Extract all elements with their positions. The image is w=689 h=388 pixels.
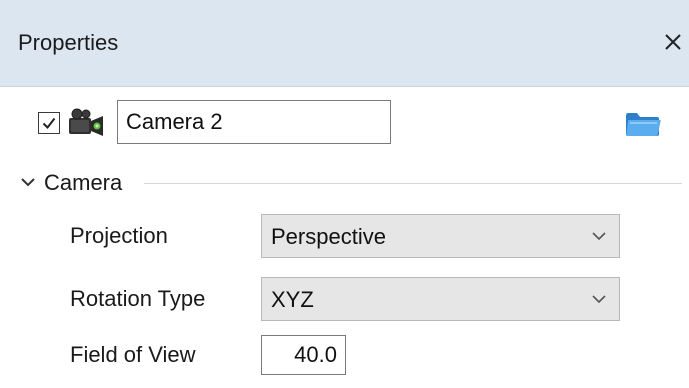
camera-icon bbox=[69, 108, 103, 136]
object-name-input[interactable] bbox=[117, 100, 391, 144]
projection-select[interactable]: Perspective bbox=[261, 214, 620, 258]
panel-titlebar: Properties bbox=[0, 0, 689, 87]
camera-section-header[interactable]: Camera bbox=[0, 168, 689, 200]
section-title: Camera bbox=[44, 170, 123, 195]
folder-icon[interactable] bbox=[624, 110, 662, 138]
close-icon bbox=[665, 34, 681, 50]
rotation-type-label: Rotation Type bbox=[70, 286, 206, 311]
rotation-type-value: XYZ bbox=[271, 287, 314, 312]
section-divider bbox=[144, 183, 682, 184]
close-button[interactable] bbox=[659, 24, 687, 60]
properties-panel: Properties Camera 2 Camera Projection Pe… bbox=[0, 0, 689, 388]
panel-title: Properties bbox=[18, 30, 119, 55]
chevron-down-icon bbox=[592, 295, 606, 304]
field-of-view-label: Field of View bbox=[70, 342, 196, 367]
projection-value: Perspective bbox=[271, 224, 386, 249]
chevron-down-icon bbox=[592, 232, 606, 241]
projection-label: Projection bbox=[70, 223, 168, 248]
object-header-row bbox=[0, 96, 689, 148]
rotation-type-select[interactable]: XYZ bbox=[261, 277, 620, 321]
checkmark-icon bbox=[42, 117, 56, 130]
chevron-down-icon[interactable] bbox=[18, 172, 38, 192]
enabled-checkbox[interactable] bbox=[38, 112, 60, 134]
field-of-view-input[interactable] bbox=[261, 335, 346, 375]
